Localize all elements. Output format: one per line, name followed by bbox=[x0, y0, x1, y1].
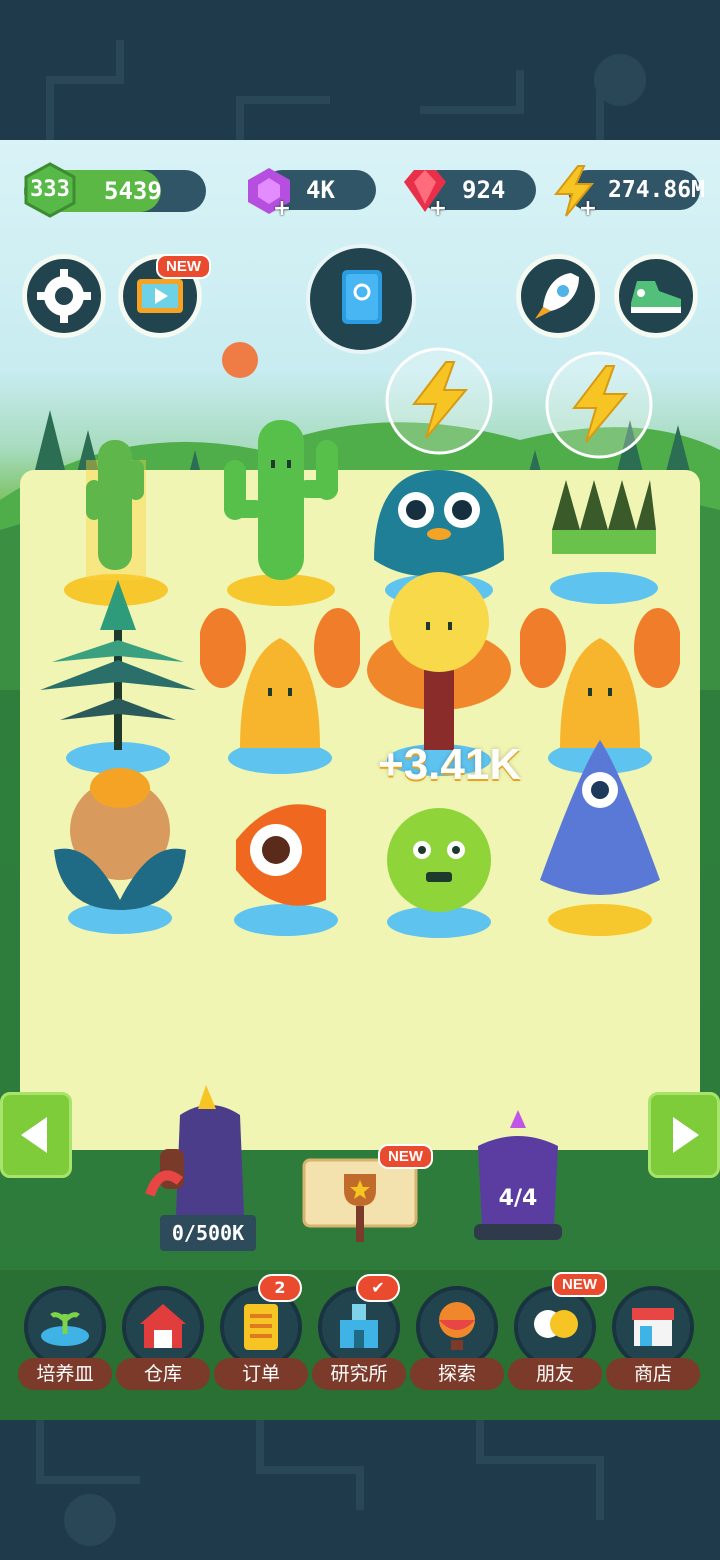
green-bush-monster-plant[interactable] bbox=[364, 790, 514, 940]
shop-icon bbox=[612, 1286, 694, 1368]
warehouse-icon bbox=[122, 1286, 204, 1368]
circuit-pattern-decoration bbox=[36, 1420, 604, 1546]
blue-cone-monster-plant[interactable] bbox=[520, 730, 680, 940]
video-new-tag: NEW bbox=[156, 254, 211, 279]
butterfly-flower-plant[interactable] bbox=[200, 598, 360, 778]
energy-counter[interactable]: 274.86M + bbox=[548, 165, 705, 220]
leaf-tree-plant[interactable] bbox=[40, 570, 196, 780]
trophy-new-tag: NEW bbox=[378, 1144, 433, 1169]
nav-explore[interactable]: 探索 bbox=[410, 1286, 504, 1396]
circuit-pattern-decoration bbox=[46, 40, 646, 140]
nav-friends[interactable]: 朋友 NEW bbox=[508, 1272, 607, 1396]
plant-field bbox=[20, 420, 700, 1150]
nav-label: 订单 bbox=[214, 1358, 308, 1390]
nav-label: 研究所 bbox=[312, 1358, 406, 1390]
collector-monster-icon[interactable] bbox=[140, 1085, 270, 1225]
gear-icon bbox=[37, 269, 91, 323]
nav-shop[interactable]: 商店 bbox=[606, 1286, 700, 1396]
book-encyclopedia-button[interactable] bbox=[306, 244, 416, 354]
lab-check-icon: ✔ bbox=[356, 1274, 400, 1302]
settings-button[interactable] bbox=[22, 254, 106, 338]
crystal-portal-icon[interactable] bbox=[468, 1106, 568, 1246]
income-popup-text: +3.41K bbox=[378, 740, 522, 789]
nav-petri-dish[interactable]: 培养皿 bbox=[18, 1286, 112, 1396]
game-scene: 5439 333 4K + 924 + 274.86M + NEW +3.41K… bbox=[0, 140, 720, 1420]
cactus-plant[interactable] bbox=[216, 390, 346, 610]
nav-label: 仓库 bbox=[116, 1358, 210, 1390]
friends-icon bbox=[514, 1286, 596, 1368]
add-ruby-icon[interactable]: + bbox=[428, 198, 448, 220]
book-icon bbox=[342, 270, 382, 324]
level-badge[interactable]: 333 bbox=[22, 162, 78, 218]
coin-count: 5439 bbox=[104, 177, 162, 205]
add-purple-gem-icon[interactable]: + bbox=[272, 198, 292, 220]
friends-new-tag: NEW bbox=[552, 1272, 607, 1297]
nav-label: 培养皿 bbox=[18, 1358, 112, 1390]
add-energy-icon[interactable]: + bbox=[578, 198, 598, 220]
orange-eye-fish-plant[interactable] bbox=[216, 780, 356, 940]
energy-bubble-icon[interactable] bbox=[544, 350, 654, 460]
petri-dish-icon bbox=[24, 1286, 106, 1368]
nav-label: 朋友 bbox=[508, 1358, 602, 1390]
trophy-sign-icon[interactable] bbox=[302, 1156, 418, 1246]
arrow-right-icon bbox=[673, 1117, 699, 1153]
spiky-grass-plant[interactable] bbox=[544, 460, 664, 610]
sneaker-button[interactable] bbox=[614, 254, 698, 338]
level-number: 333 bbox=[30, 177, 70, 202]
nav-label: 商店 bbox=[606, 1358, 700, 1390]
nav-research-lab[interactable]: 研究所 ✔ bbox=[312, 1274, 406, 1396]
nav-label: 探索 bbox=[410, 1358, 504, 1390]
rocket-boost-button[interactable] bbox=[516, 254, 600, 338]
bottom-navigation: 培养皿 仓库 订单 2 研究所 ✔ 探索 朋友 NEW 商店 bbox=[0, 1270, 720, 1420]
ruby-counter[interactable]: 924 + bbox=[398, 168, 536, 220]
prev-farm-button[interactable] bbox=[0, 1092, 72, 1178]
sneaker-icon bbox=[631, 281, 681, 313]
rocket-icon bbox=[535, 273, 579, 319]
arrow-left-icon bbox=[21, 1117, 47, 1153]
bottom-letterbox bbox=[0, 1420, 720, 1560]
balloon-icon bbox=[416, 1286, 498, 1368]
purple-gem-counter[interactable]: 4K + bbox=[242, 168, 376, 220]
nav-orders[interactable]: 订单 2 bbox=[214, 1274, 308, 1396]
energy-bubble-icon[interactable] bbox=[384, 346, 494, 456]
collector-capacity: 0/500K bbox=[160, 1215, 256, 1251]
pineapple-bush-plant[interactable] bbox=[50, 760, 190, 940]
next-farm-button[interactable] bbox=[648, 1092, 720, 1178]
orders-badge: 2 bbox=[258, 1274, 302, 1302]
top-letterbox bbox=[0, 0, 720, 140]
portal-capacity: 4/4 bbox=[498, 1186, 538, 1211]
nav-warehouse[interactable]: 仓库 bbox=[116, 1286, 210, 1396]
